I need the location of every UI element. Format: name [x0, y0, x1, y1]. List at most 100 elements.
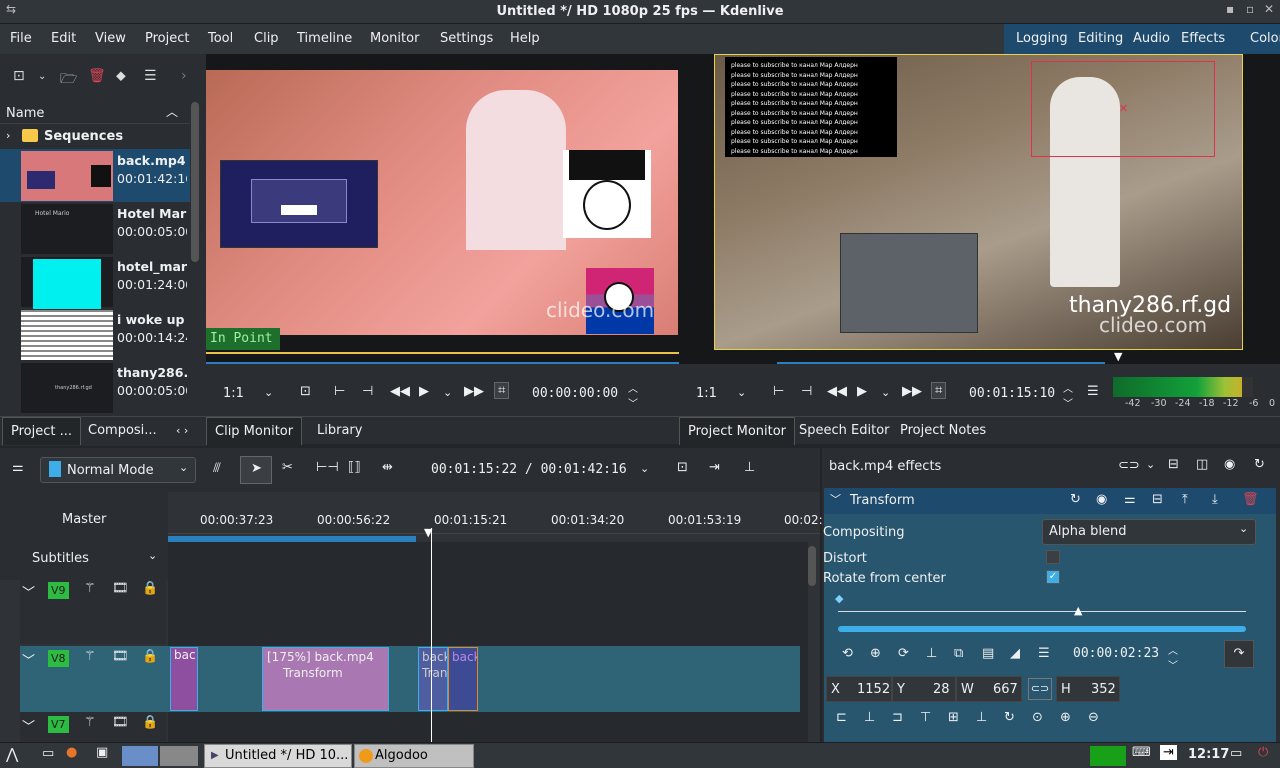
menu-tool[interactable]: Tool: [208, 31, 233, 46]
chevron-down-icon[interactable]: ⌄: [38, 71, 46, 82]
folder-open-icon[interactable]: 🗁: [60, 68, 77, 92]
edit-mode-select[interactable]: Normal Mode ⌄: [40, 457, 196, 483]
menu-file[interactable]: File: [10, 31, 32, 46]
overwrite-icon[interactable]: ⊥: [744, 460, 755, 475]
menu-settings[interactable]: Settings: [440, 31, 493, 46]
timeline-playhead[interactable]: [431, 528, 432, 742]
eye-icon[interactable]: ◉: [1096, 492, 1107, 507]
keyframe-icon[interactable]: ⚌: [1124, 492, 1136, 507]
timecode-spin-icon[interactable]: ︿ ﹀: [1168, 642, 1178, 672]
tab-project-notes[interactable]: Project Notes: [892, 417, 994, 445]
tab-compositions[interactable]: Composi...: [80, 417, 165, 445]
prev-keyframe-icon[interactable]: ⟲: [842, 646, 853, 661]
timeline-clip[interactable]: back Tran: [418, 647, 448, 711]
bin-item[interactable]: thany286.rf.gd thany286.r 00:00:05:00: [0, 361, 190, 414]
settings-sliders-icon[interactable]: ⚌: [12, 460, 24, 475]
set-in-icon[interactable]: ⊢: [773, 384, 784, 399]
film-icon[interactable]: 🎞: [112, 649, 129, 664]
subtitles-header[interactable]: Subtitles ⌄: [0, 542, 168, 580]
zoom-in-icon[interactable]: ⊕: [1060, 710, 1071, 725]
save-icon[interactable]: ⊟: [1168, 457, 1179, 472]
project-zoom-select[interactable]: 1:1: [696, 386, 717, 401]
menu-monitor[interactable]: Monitor: [370, 31, 419, 46]
effect-wand-icon[interactable]: ⚚: [84, 715, 96, 730]
reset-icon[interactable]: ↻: [1070, 492, 1081, 507]
set-out-icon[interactable]: ⊣: [362, 384, 373, 399]
timeline-clip[interactable]: back: [448, 647, 478, 711]
spacer-tool-icon[interactable]: ⊢⊣: [316, 460, 339, 475]
collapse-icon[interactable]: ﹀: [22, 582, 35, 601]
chevron-right-icon[interactable]: ›: [181, 68, 187, 84]
transform-rect[interactable]: ✕: [1031, 61, 1215, 157]
forward-icon[interactable]: ▶▶: [464, 384, 484, 399]
reset-rect-icon[interactable]: ↻: [1004, 710, 1015, 725]
film-icon[interactable]: 🎞: [112, 581, 129, 596]
fullscreen-icon[interactable]: ⊡: [300, 384, 311, 399]
bin-item[interactable]: hotel_mari 00:01:24:00: [0, 255, 190, 309]
copy-icon[interactable]: ⧉: [954, 646, 963, 661]
crop-icon[interactable]: ⌗: [931, 382, 947, 399]
cut-tool-icon[interactable]: ✂: [282, 460, 293, 475]
menu-edit[interactable]: Edit: [51, 31, 76, 46]
logout-icon[interactable]: ⇥: [1160, 745, 1177, 760]
timeline-position[interactable]: 00:01:15:22 / 00:01:42:16: [431, 462, 627, 477]
razor-spacer-icon[interactable]: ⫻: [213, 461, 221, 476]
align-middle-icon[interactable]: ⊞: [948, 710, 959, 725]
chevron-down-icon[interactable]: ⌄: [443, 386, 452, 399]
minimize-icon[interactable]: ▪: [1226, 2, 1234, 16]
effect-wand-icon[interactable]: ⚚: [84, 581, 96, 596]
playhead-marker-icon[interactable]: ▼: [1114, 350, 1122, 363]
link-icon[interactable]: ⊂⊃: [1118, 458, 1140, 473]
bin-folder-sequences[interactable]: › Sequences: [0, 127, 190, 147]
select-tool-icon[interactable]: ➤: [240, 456, 272, 484]
clip-zoom-select[interactable]: 1:1: [223, 386, 244, 401]
timeline-clip-selected[interactable]: [175%] back.mp4 Transform: [262, 647, 389, 711]
task-kdenlive[interactable]: ▶ Untitled */ HD 10...: [204, 744, 352, 768]
volume-icon[interactable]: ▭: [1230, 746, 1242, 761]
timeline-scrollbar[interactable]: [808, 546, 816, 586]
menu-icon[interactable]: ☰: [1087, 384, 1099, 399]
timeline-ruler[interactable]: 00:00:37:23 00:00:56:22 00:01:15:21 00:0…: [168, 512, 823, 534]
align-icon[interactable]: ⊥: [926, 646, 937, 661]
timecode-spin-icon[interactable]: ︿ ﹀: [628, 380, 638, 410]
bin-item[interactable]: i woke up a 00:00:14:24: [0, 308, 190, 361]
clip-timecode[interactable]: 00:00:00:00: [532, 386, 618, 401]
tab-scroll-icon[interactable]: ‹ ›: [168, 417, 196, 445]
lock-ratio-icon[interactable]: ⊂⊃: [1028, 678, 1052, 700]
position-marker-icon[interactable]: ▲: [1074, 604, 1082, 617]
play-icon[interactable]: ▶: [419, 384, 429, 399]
file-manager-icon[interactable]: ▣: [96, 745, 108, 760]
lock-icon[interactable]: 🔒: [142, 581, 158, 596]
firefox-icon[interactable]: ●: [66, 745, 77, 760]
chevron-down-icon[interactable]: ⌄: [264, 386, 273, 399]
collapse-icon[interactable]: ﹀: [22, 716, 35, 735]
playhead-marker-icon[interactable]: ▼: [424, 526, 432, 539]
menu-help[interactable]: Help: [510, 31, 540, 46]
clip-monitor-view[interactable]: clideo.com In Point: [206, 54, 679, 370]
w-field[interactable]: W 667: [956, 676, 1022, 702]
add-clip-icon[interactable]: ⊡: [13, 68, 25, 84]
menu-clip[interactable]: Clip: [254, 31, 279, 46]
curve-icon[interactable]: ↷: [1224, 640, 1254, 668]
rewind-icon[interactable]: ◀◀: [390, 384, 410, 399]
start-menu-icon[interactable]: ⋀: [6, 745, 18, 763]
slip-tool-icon[interactable]: ⇹: [382, 460, 393, 475]
keyframe-progress[interactable]: [838, 626, 1246, 632]
insert-icon[interactable]: ⇥: [709, 460, 720, 475]
tab-speech-editor[interactable]: Speech Editor: [791, 417, 898, 445]
workspace-color[interactable]: Color: [1244, 24, 1280, 54]
save-icon[interactable]: ⊟: [1152, 492, 1163, 507]
ripple-tool-icon[interactable]: ⟦⟧: [348, 460, 361, 475]
tab-project-bin[interactable]: Project ...: [2, 417, 82, 445]
chevron-down-icon[interactable]: ⌄: [1146, 458, 1155, 471]
h-field[interactable]: H 352: [1056, 676, 1120, 702]
next-keyframe-icon[interactable]: ⟳: [898, 646, 909, 661]
menu-project[interactable]: Project: [145, 31, 189, 46]
zoom-out-icon[interactable]: ⊖: [1088, 710, 1099, 725]
effect-header-transform[interactable]: ﹀ Transform ↻ ◉ ⚌ ⊟ ⤒ ⤓ 🗑: [824, 488, 1276, 514]
collapse-icon[interactable]: ﹀: [22, 650, 35, 669]
task-algodoo[interactable]: Algodoo: [354, 744, 474, 768]
menu-icon[interactable]: ☰: [144, 68, 157, 84]
timecode-spin-icon[interactable]: ︿ ﹀: [1063, 380, 1073, 410]
crop-icon[interactable]: ⌗: [494, 382, 510, 399]
